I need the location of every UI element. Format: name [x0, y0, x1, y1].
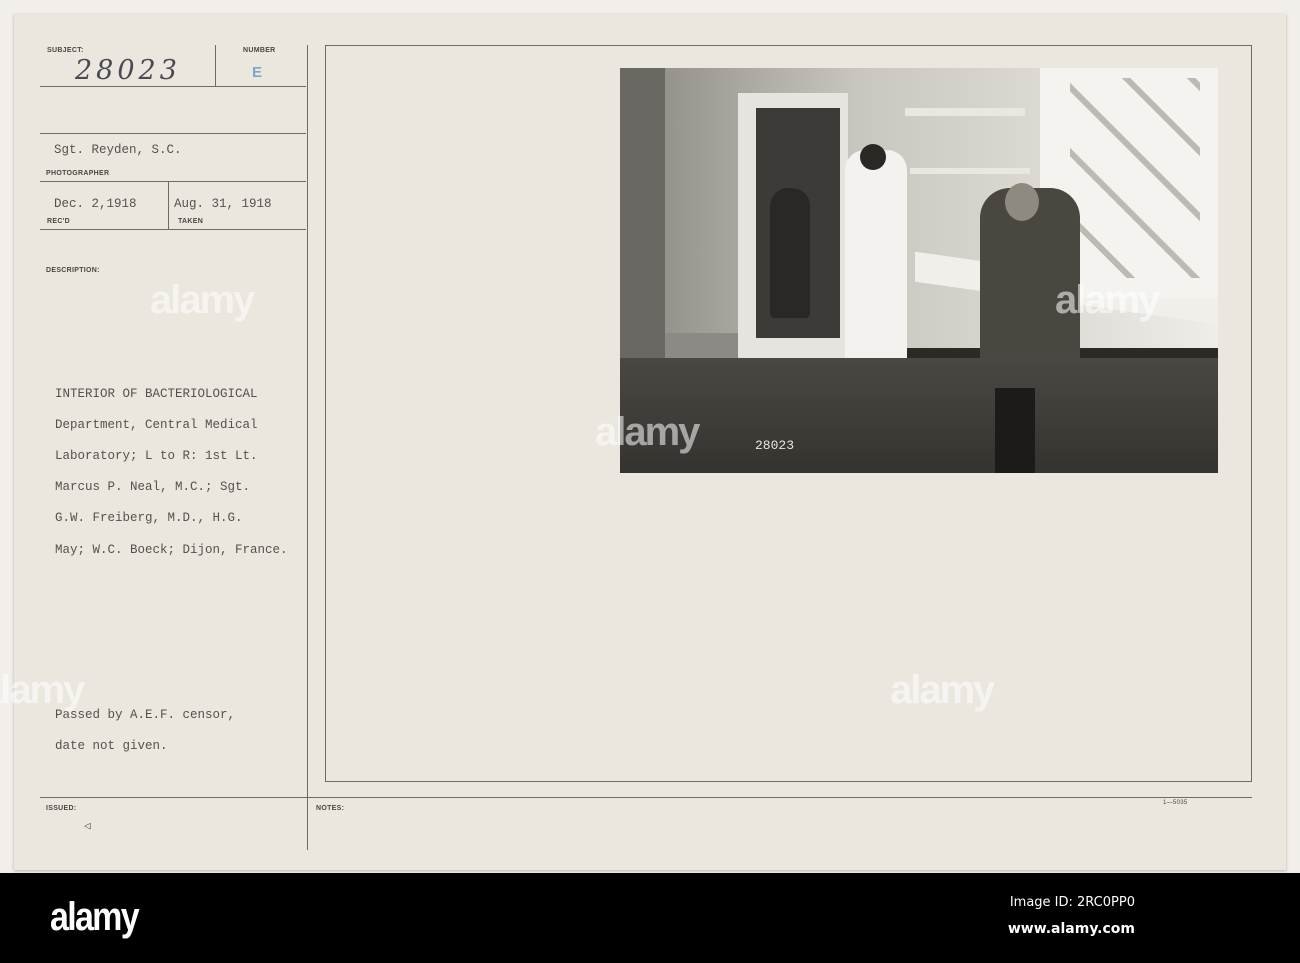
taken-label: TAKEN: [178, 218, 204, 225]
divider: [40, 86, 306, 87]
form-number: 1—5035: [1163, 800, 1188, 806]
watermark: alamy: [595, 410, 700, 454]
description-line: Marcus P. Neal, M.C.; Sgt.: [55, 480, 251, 495]
watermark: alamy: [150, 278, 255, 322]
divider: [168, 181, 169, 229]
censor-line: date not given.: [55, 738, 168, 753]
issued-label: ISSUED:: [46, 805, 77, 812]
description-line: G.W. Freiberg, M.D., H.G.: [55, 511, 243, 526]
image-id: Image ID: 2RC0PP0: [1009, 895, 1135, 910]
description-text: INTERIOR OF BACTERIOLOGICAL Department, …: [55, 371, 288, 574]
number-label: NUMBER: [243, 47, 276, 54]
notes-label: NOTES:: [316, 805, 345, 812]
watermark: alamy: [890, 668, 995, 712]
received-value: Dec. 2,1918: [54, 197, 137, 211]
divider: [40, 133, 306, 134]
divider: [40, 797, 1252, 798]
description-line: May; W.C. Boeck; Dijon, France.: [55, 542, 288, 557]
number-value: E: [252, 64, 263, 81]
watermark: alamy: [1055, 278, 1160, 322]
divider: [40, 229, 306, 230]
photographer-value: Sgt. Reyden, S.C.: [54, 143, 182, 157]
divider: [40, 181, 306, 182]
alamy-logo: alamy: [50, 895, 140, 939]
subject-label: SUBJECT:: [47, 47, 84, 54]
description-line: INTERIOR OF BACTERIOLOGICAL: [55, 386, 258, 401]
issued-mark: ◁: [84, 821, 91, 833]
photographer-label: PHOTOGRAPHER: [46, 170, 110, 177]
photo-number: 28023: [755, 438, 795, 453]
taken-value: Aug. 31, 1918: [174, 197, 272, 211]
received-label: REC'D: [47, 218, 70, 225]
divider: [307, 45, 308, 850]
divider: [215, 45, 216, 86]
stock-banner: alamy Image ID: 2RC0PP0 www.alamy.com: [0, 873, 1300, 963]
site-url[interactable]: www.alamy.com: [1008, 921, 1135, 937]
description-line: Laboratory; L to R: 1st Lt.: [55, 448, 258, 463]
subject-value: 28023: [75, 55, 181, 86]
watermark: alamy: [0, 668, 85, 712]
description-line: Department, Central Medical: [55, 417, 258, 432]
description-label: DESCRIPTION:: [46, 267, 100, 274]
laboratory-photograph: 28023: [620, 68, 1218, 473]
